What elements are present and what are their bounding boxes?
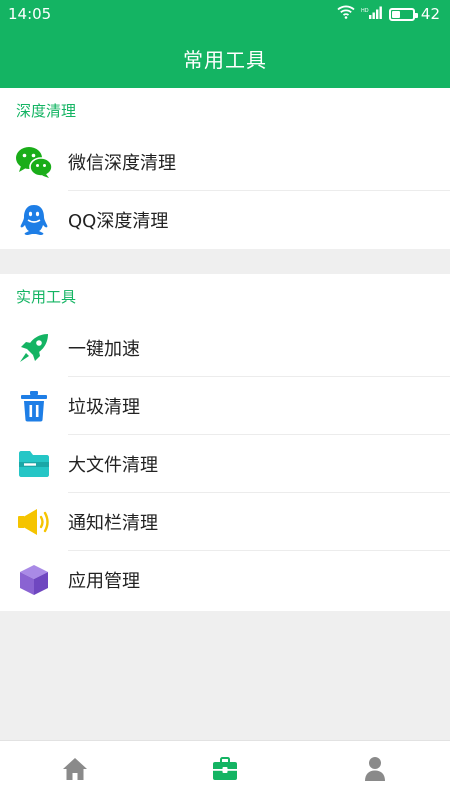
page-title-bar: 常用工具	[0, 28, 450, 88]
battery-icon	[388, 7, 418, 21]
speaker-icon	[0, 493, 68, 551]
nav-home[interactable]	[0, 741, 150, 800]
trash-icon	[0, 377, 68, 435]
section-label-deep-clean: 深度清理	[16, 102, 77, 120]
battery-fill	[391, 10, 401, 18]
home-icon	[62, 757, 88, 785]
signal-icon: HD	[361, 5, 383, 23]
section-label-utilities: 实用工具	[16, 288, 77, 306]
wechat-icon	[0, 133, 68, 191]
status-time: 14:05	[8, 5, 52, 23]
tool-item-label: 通知栏清理	[68, 513, 158, 534]
tool-item-app-manager[interactable]: 应用管理	[0, 551, 450, 609]
tool-item-label: 大文件清理	[68, 455, 158, 476]
tool-item-label: 一键加速	[68, 339, 140, 360]
wifi-icon	[337, 5, 355, 23]
tool-item-label: 垃圾清理	[68, 397, 140, 418]
toolbox-icon	[212, 756, 238, 785]
cube-icon	[0, 551, 68, 609]
tool-item-large-file-clean[interactable]: 大文件清理	[0, 435, 450, 493]
deep-clean-section: 深度清理 微信深度清理 QQ深度清理	[0, 88, 450, 249]
battery-level: 42	[420, 5, 440, 23]
tool-item-label: 微信深度清理	[68, 153, 176, 174]
nav-profile[interactable]	[300, 741, 450, 800]
nav-tools[interactable]	[150, 741, 300, 800]
tool-item-speed-boost[interactable]: 一键加速	[0, 319, 450, 377]
user-icon	[364, 756, 386, 786]
page-title: 常用工具	[183, 47, 267, 72]
tool-item-label: QQ深度清理	[68, 211, 169, 232]
tool-item-qq-clean[interactable]: QQ深度清理	[0, 191, 450, 249]
tool-item-label: 应用管理	[68, 571, 140, 592]
rocket-icon	[0, 319, 68, 377]
utilities-section: 实用工具 一键加速 垃圾清理 大文件清理 通知栏清理 应用管理	[0, 274, 450, 611]
tool-item-notification-clean[interactable]: 通知栏清理	[0, 493, 450, 551]
status-bar: 14:05 HD 42	[0, 0, 450, 28]
tool-item-wechat-clean[interactable]: 微信深度清理	[0, 133, 450, 191]
status-indicators: HD 42	[337, 5, 440, 23]
folder-icon	[0, 435, 68, 493]
app-header: 14:05 HD 42 常用工具	[0, 0, 450, 88]
svg-text:HD: HD	[361, 8, 369, 14]
bottom-nav	[0, 740, 450, 800]
tool-item-junk-clean[interactable]: 垃圾清理	[0, 377, 450, 435]
qq-icon	[0, 191, 68, 249]
